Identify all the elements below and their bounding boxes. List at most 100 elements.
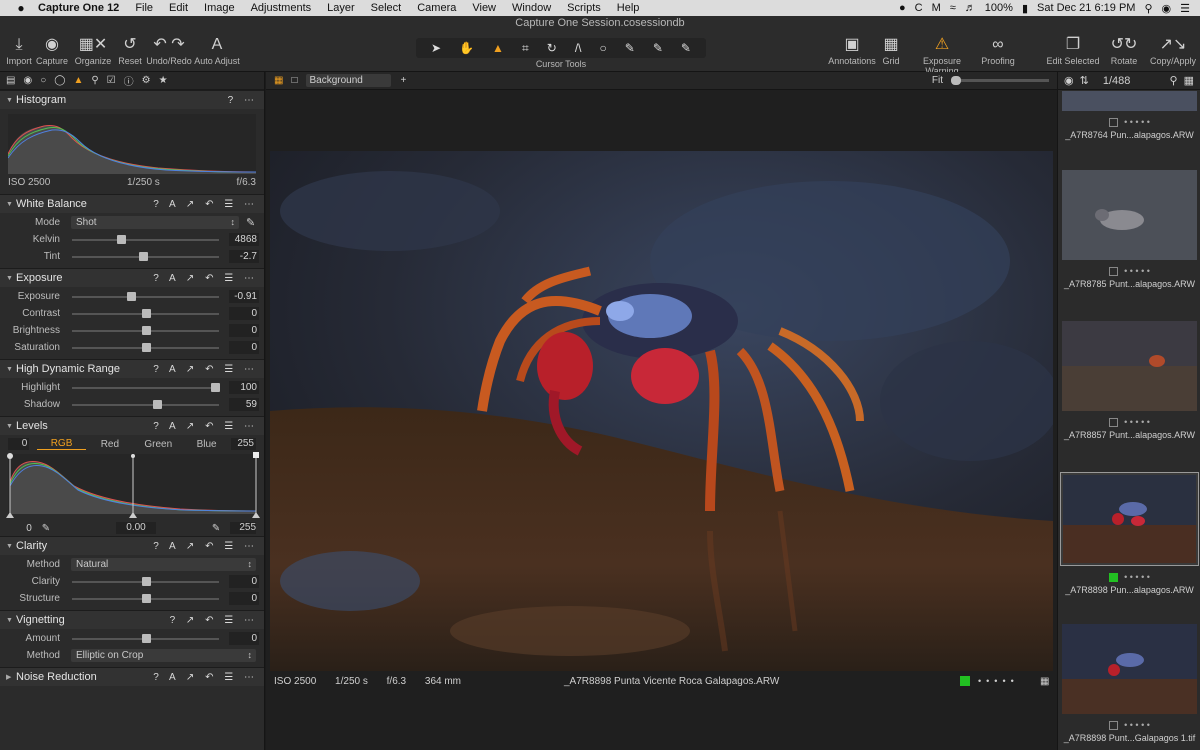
saturation-slider[interactable] bbox=[72, 342, 219, 352]
black-picker-icon[interactable]: ✎ bbox=[42, 523, 50, 534]
slider-knob[interactable] bbox=[116, 234, 126, 244]
search-icon[interactable]: ⚲ bbox=[1144, 2, 1152, 15]
background-select[interactable]: Background bbox=[305, 74, 391, 87]
capture-button[interactable]: ◉ Capture bbox=[35, 34, 69, 66]
eye-icon[interactable]: ◉ bbox=[1064, 74, 1074, 87]
wb-mode-select[interactable]: Shot bbox=[71, 216, 239, 229]
thumb-rating[interactable]: • • • • • bbox=[1060, 415, 1199, 429]
zoom-fit-label[interactable]: Fit bbox=[932, 75, 943, 86]
clarity-slider[interactable] bbox=[72, 576, 219, 586]
clarity-header[interactable]: ▼ Clarity ? A ↗ ↶ ☰ ⋯ bbox=[0, 536, 264, 555]
keystone-cursor-icon[interactable]: /\ bbox=[575, 41, 582, 55]
levels-midpoint[interactable]: 0.00 bbox=[116, 522, 156, 534]
menu-select[interactable]: Select bbox=[371, 2, 402, 14]
menu-help[interactable]: Help bbox=[617, 2, 640, 14]
battery-percent[interactable]: 100% bbox=[985, 2, 1013, 14]
browser-thumb[interactable]: • • • • • _A7R8764 Pun...alapagos.ARW bbox=[1060, 91, 1199, 141]
browser-thumb[interactable]: • • • • • _A7R8785 Punt...alapagos.ARW bbox=[1060, 170, 1199, 290]
menu-edit[interactable]: Edit bbox=[169, 2, 188, 14]
notification-center-icon[interactable]: ☰ bbox=[1180, 2, 1190, 15]
vignetting-amount-value[interactable]: 0 bbox=[229, 632, 259, 645]
tag-checkbox[interactable] bbox=[1109, 720, 1119, 730]
undo-redo-button[interactable]: ↶ ↷ Undo/Redo bbox=[146, 34, 192, 66]
slider-knob[interactable] bbox=[141, 593, 151, 603]
creative-cloud-icon[interactable]: ● bbox=[899, 2, 906, 14]
section-actions[interactable]: ? A ↗ ↶ ☰ ⋯ bbox=[153, 199, 258, 210]
slider-knob[interactable] bbox=[141, 325, 151, 335]
thumb-rating[interactable]: • • • • • bbox=[1060, 570, 1199, 584]
import-button[interactable]: ⤓ Import bbox=[4, 34, 34, 66]
saturation-value[interactable]: 0 bbox=[229, 341, 259, 354]
menu-datetime[interactable]: Sat Dec 21 6:19 PM bbox=[1037, 2, 1135, 14]
levels-tab-green[interactable]: Green bbox=[134, 439, 182, 450]
white-balance-header[interactable]: ▼ White Balance ? A ↗ ↶ ☰ ⋯ bbox=[0, 194, 264, 213]
tag-checkbox[interactable] bbox=[1109, 117, 1119, 127]
contrast-slider[interactable] bbox=[72, 308, 219, 318]
slider-knob[interactable] bbox=[141, 576, 151, 586]
browser-thumb[interactable]: • • • • • _A7R8898 Punt...Galapagos 1.ti… bbox=[1060, 624, 1199, 744]
structure-value[interactable]: 0 bbox=[229, 592, 259, 605]
section-actions[interactable]: ? A ↗ ↶ ☰ ⋯ bbox=[153, 273, 258, 284]
levels-input-low[interactable]: 0 bbox=[8, 523, 32, 534]
add-layer-icon[interactable]: + bbox=[401, 75, 407, 86]
clarity-method-select[interactable]: Natural bbox=[71, 558, 256, 571]
structure-slider[interactable] bbox=[72, 593, 219, 603]
levels-high-value[interactable]: 255 bbox=[230, 438, 256, 450]
apple-menu-icon[interactable]: ● bbox=[14, 1, 28, 15]
menu-file[interactable]: File bbox=[135, 2, 153, 14]
organize-button[interactable]: ▦✕ Organize bbox=[74, 34, 112, 66]
highlight-slider[interactable] bbox=[72, 382, 220, 392]
app-status-icon[interactable]: C bbox=[915, 2, 923, 14]
section-actions[interactable]: ? A ↗ ↶ ☰ ⋯ bbox=[153, 364, 258, 375]
single-view-icon[interactable]: □ bbox=[291, 75, 297, 86]
highlight-value[interactable]: 100 bbox=[229, 381, 259, 394]
levels-header[interactable]: ▼ Levels ? A ↗ ↶ ☰ ⋯ bbox=[0, 416, 264, 435]
brush-cursor-icon[interactable]: ▲ bbox=[492, 41, 504, 55]
clarity-value[interactable]: 0 bbox=[229, 575, 259, 588]
menu-scripts[interactable]: Scripts bbox=[567, 2, 601, 14]
output-tab-icon[interactable]: ⚙ bbox=[142, 75, 151, 86]
capture-tab-icon[interactable]: ◉ bbox=[23, 75, 32, 86]
spot-removal-icon[interactable]: ○ bbox=[600, 41, 607, 55]
lens-tab-icon[interactable]: ○ bbox=[40, 75, 46, 86]
slider-knob[interactable] bbox=[141, 633, 151, 643]
exposure-header[interactable]: ▼ Exposure ? A ↗ ↶ ☰ ⋯ bbox=[0, 268, 264, 287]
exposure-slider[interactable] bbox=[72, 291, 219, 301]
browser-thumb-selected[interactable] bbox=[1060, 472, 1199, 566]
hdr-header[interactable]: ▼ High Dynamic Range ? A ↗ ↶ ☰ ⋯ bbox=[0, 359, 264, 378]
vignetting-amount-slider[interactable] bbox=[72, 633, 219, 643]
section-actions[interactable]: ? A ↗ ↶ ☰ ⋯ bbox=[153, 672, 258, 683]
edit-selected-button[interactable]: ❐ Edit Selected bbox=[1046, 34, 1100, 66]
exposure-value[interactable]: -0.91 bbox=[229, 290, 259, 303]
slider-knob[interactable] bbox=[141, 308, 151, 318]
tag-checkbox-green[interactable] bbox=[1109, 572, 1119, 582]
main-photo[interactable] bbox=[270, 151, 1053, 671]
draw-mask-icon[interactable]: ✎ bbox=[625, 41, 635, 55]
thumb-rating[interactable]: • • • • • bbox=[1060, 718, 1199, 732]
menu-image[interactable]: Image bbox=[204, 2, 235, 14]
copy-apply-button[interactable]: ↗↘ Copy/Apply bbox=[1150, 34, 1196, 66]
browser-options-icon[interactable]: ▦ bbox=[1184, 74, 1194, 87]
section-actions[interactable]: ? A ↗ ↶ ☰ ⋯ bbox=[153, 421, 258, 432]
contrast-value[interactable]: 0 bbox=[229, 307, 259, 320]
battery-icon[interactable]: ▮ bbox=[1022, 2, 1028, 15]
malwarebytes-icon[interactable]: M bbox=[932, 2, 941, 14]
select-cursor-icon[interactable]: ➤ bbox=[431, 41, 441, 55]
vignetting-method-select[interactable]: Elliptic on Crop bbox=[71, 649, 256, 662]
histogram-header[interactable]: ▼ Histogram ? ⋯ bbox=[0, 90, 264, 109]
adjustments-tab-icon[interactable]: ☑ bbox=[107, 75, 116, 86]
rotate-button[interactable]: ↺↻ Rotate bbox=[1110, 34, 1138, 66]
wb-picker-icon[interactable]: ✎ bbox=[246, 216, 255, 229]
gradient-mask-icon[interactable]: ✎ bbox=[653, 41, 663, 55]
sort-icon[interactable]: ⇅ bbox=[1080, 74, 1089, 87]
multi-view-icon[interactable]: ▦ bbox=[274, 75, 283, 86]
exposure-tab-icon[interactable]: ▲ bbox=[73, 75, 83, 86]
metadata-tab-icon[interactable]: ⓘ bbox=[124, 73, 134, 88]
wb-kelvin-value[interactable]: 4868 bbox=[229, 233, 259, 246]
white-picker-icon[interactable]: ✎ bbox=[212, 523, 220, 534]
slider-knob[interactable] bbox=[126, 291, 136, 301]
levels-low-value[interactable]: 0 bbox=[8, 438, 30, 450]
details-tab-icon[interactable]: ⚲ bbox=[91, 75, 98, 86]
levels-tab-red[interactable]: Red bbox=[86, 439, 134, 450]
star-rating[interactable]: ••••• bbox=[978, 676, 1019, 686]
